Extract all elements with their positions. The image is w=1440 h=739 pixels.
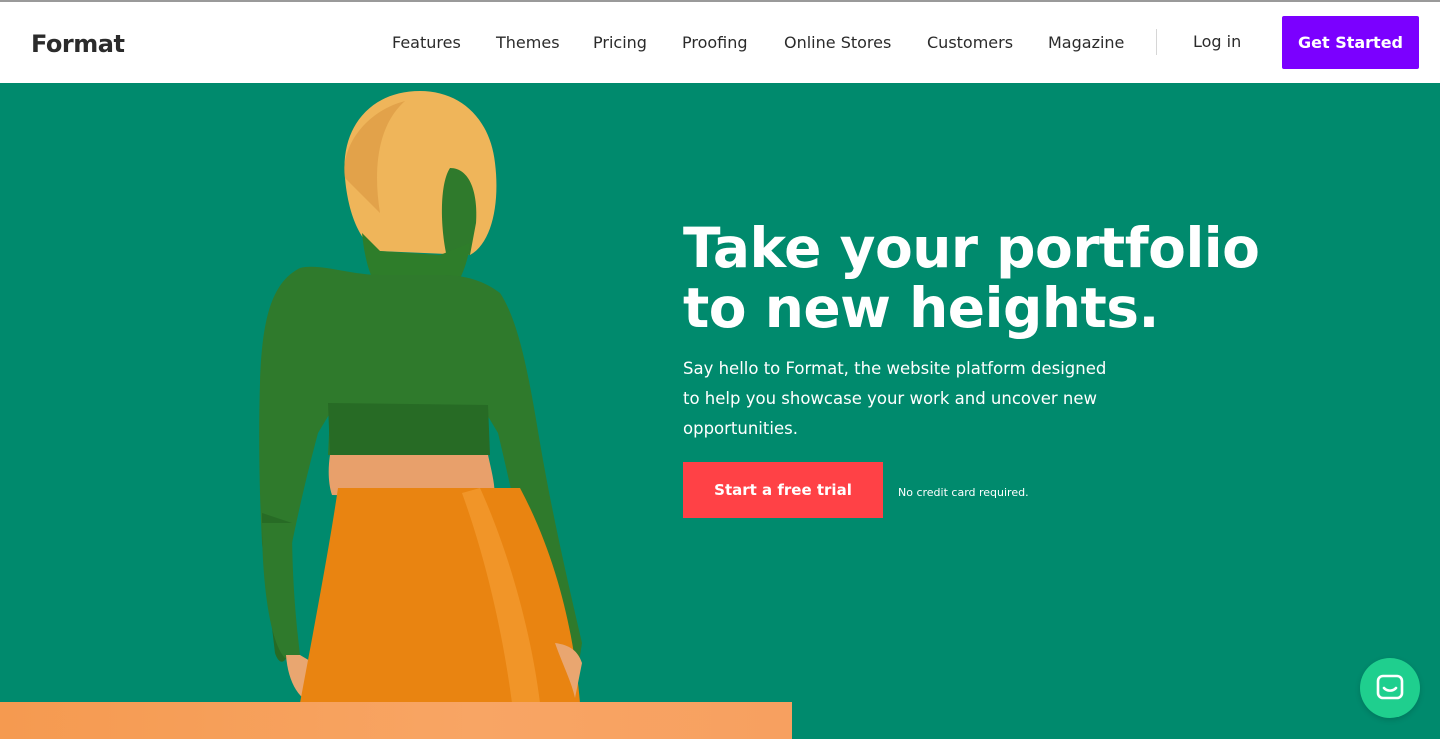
nav-item-proofing[interactable]: Proofing [682, 33, 748, 52]
nav-divider [1156, 29, 1157, 55]
format-logo[interactable]: Format [31, 30, 125, 58]
hero-headline: Take your portfolio to new heights. [683, 218, 1303, 338]
hero-model-image [259, 91, 582, 705]
hero-subtext: Say hello to Format, the website platfor… [683, 359, 1107, 438]
hero-headline-line-2: to new heights. [683, 276, 1159, 340]
chat-icon [1376, 674, 1404, 700]
nav-item-magazine[interactable]: Magazine [1048, 33, 1124, 52]
login-link[interactable]: Log in [1193, 32, 1241, 51]
site-header: Format Features Themes Pricing Proofing … [0, 2, 1440, 83]
nav-item-themes[interactable]: Themes [496, 33, 560, 52]
start-free-trial-button[interactable]: Start a free trial [683, 462, 883, 518]
nav-item-customers[interactable]: Customers [927, 33, 1013, 52]
no-credit-card-note: No credit card required. [898, 486, 1029, 499]
nav-item-pricing[interactable]: Pricing [593, 33, 647, 52]
nav-item-features[interactable]: Features [392, 33, 461, 52]
nav-item-online-stores[interactable]: Online Stores [784, 33, 891, 52]
chat-launcher-button[interactable] [1360, 658, 1420, 718]
hero-section: Take your portfolio to new heights. Say … [0, 83, 1440, 739]
hero-headline-line-1: Take your portfolio [683, 216, 1260, 280]
get-started-button[interactable]: Get Started [1282, 16, 1419, 69]
decorative-orange-bar [0, 702, 792, 739]
